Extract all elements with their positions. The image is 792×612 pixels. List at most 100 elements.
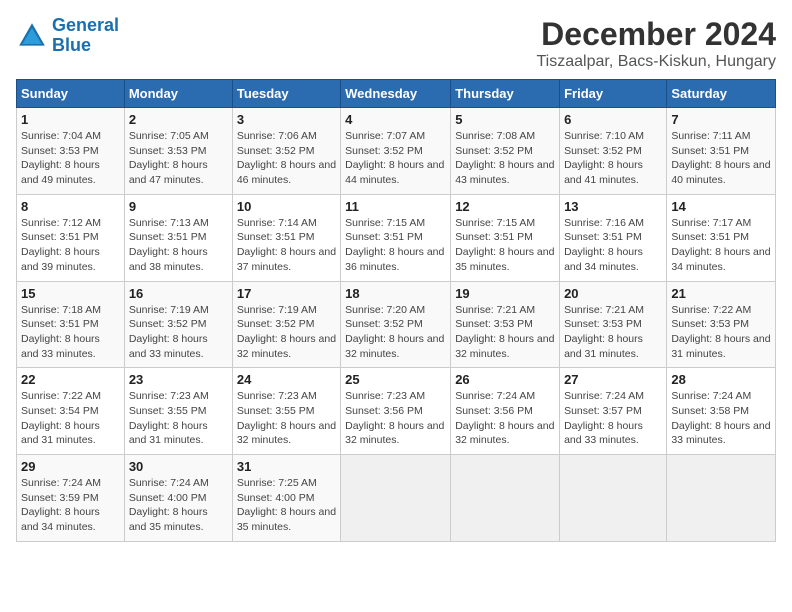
calendar-cell: 10 Sunrise: 7:14 AM Sunset: 3:51 PM Dayl… (232, 194, 340, 281)
weekday-header: Tuesday (232, 80, 340, 108)
day-number: 26 (455, 372, 555, 387)
calendar-cell: 29 Sunrise: 7:24 AM Sunset: 3:59 PM Dayl… (17, 455, 125, 542)
day-detail: Sunrise: 7:19 AM Sunset: 3:52 PM Dayligh… (237, 303, 336, 362)
day-detail: Sunrise: 7:12 AM Sunset: 3:51 PM Dayligh… (21, 216, 120, 275)
logo-icon (16, 20, 48, 52)
day-detail: Sunrise: 7:06 AM Sunset: 3:52 PM Dayligh… (237, 129, 336, 188)
day-detail: Sunrise: 7:18 AM Sunset: 3:51 PM Dayligh… (21, 303, 120, 362)
day-number: 5 (455, 112, 555, 127)
day-detail: Sunrise: 7:08 AM Sunset: 3:52 PM Dayligh… (455, 129, 555, 188)
calendar-cell: 3 Sunrise: 7:06 AM Sunset: 3:52 PM Dayli… (232, 108, 340, 195)
day-number: 29 (21, 459, 120, 474)
calendar-cell: 18 Sunrise: 7:20 AM Sunset: 3:52 PM Dayl… (341, 281, 451, 368)
day-number: 31 (237, 459, 336, 474)
calendar-cell: 8 Sunrise: 7:12 AM Sunset: 3:51 PM Dayli… (17, 194, 125, 281)
calendar-cell: 19 Sunrise: 7:21 AM Sunset: 3:53 PM Dayl… (451, 281, 560, 368)
day-number: 4 (345, 112, 446, 127)
calendar-cell: 12 Sunrise: 7:15 AM Sunset: 3:51 PM Dayl… (451, 194, 560, 281)
day-number: 17 (237, 286, 336, 301)
calendar-cell: 23 Sunrise: 7:23 AM Sunset: 3:55 PM Dayl… (124, 368, 232, 455)
calendar-cell: 14 Sunrise: 7:17 AM Sunset: 3:51 PM Dayl… (667, 194, 776, 281)
calendar-cell: 1 Sunrise: 7:04 AM Sunset: 3:53 PM Dayli… (17, 108, 125, 195)
title-area: December 2024 Tiszaalpar, Bacs-Kiskun, H… (536, 16, 776, 71)
day-number: 23 (129, 372, 228, 387)
calendar-cell: 25 Sunrise: 7:23 AM Sunset: 3:56 PM Dayl… (341, 368, 451, 455)
day-number: 24 (237, 372, 336, 387)
calendar-header-row: SundayMondayTuesdayWednesdayThursdayFrid… (17, 80, 776, 108)
day-number: 22 (21, 372, 120, 387)
calendar-cell: 31 Sunrise: 7:25 AM Sunset: 4:00 PM Dayl… (232, 455, 340, 542)
weekday-header: Wednesday (341, 80, 451, 108)
day-number: 7 (671, 112, 771, 127)
weekday-header: Monday (124, 80, 232, 108)
calendar-cell (341, 455, 451, 542)
day-detail: Sunrise: 7:19 AM Sunset: 3:52 PM Dayligh… (129, 303, 228, 362)
calendar-cell: 4 Sunrise: 7:07 AM Sunset: 3:52 PM Dayli… (341, 108, 451, 195)
calendar-cell: 17 Sunrise: 7:19 AM Sunset: 3:52 PM Dayl… (232, 281, 340, 368)
day-detail: Sunrise: 7:21 AM Sunset: 3:53 PM Dayligh… (455, 303, 555, 362)
day-detail: Sunrise: 7:25 AM Sunset: 4:00 PM Dayligh… (237, 476, 336, 535)
day-number: 28 (671, 372, 771, 387)
day-number: 15 (21, 286, 120, 301)
day-detail: Sunrise: 7:15 AM Sunset: 3:51 PM Dayligh… (455, 216, 555, 275)
weekday-header: Thursday (451, 80, 560, 108)
day-number: 18 (345, 286, 446, 301)
day-number: 1 (21, 112, 120, 127)
calendar-cell: 2 Sunrise: 7:05 AM Sunset: 3:53 PM Dayli… (124, 108, 232, 195)
calendar-cell: 22 Sunrise: 7:22 AM Sunset: 3:54 PM Dayl… (17, 368, 125, 455)
calendar-cell: 30 Sunrise: 7:24 AM Sunset: 4:00 PM Dayl… (124, 455, 232, 542)
location-title: Tiszaalpar, Bacs-Kiskun, Hungary (536, 53, 776, 71)
calendar-week-row: 15 Sunrise: 7:18 AM Sunset: 3:51 PM Dayl… (17, 281, 776, 368)
calendar-cell: 11 Sunrise: 7:15 AM Sunset: 3:51 PM Dayl… (341, 194, 451, 281)
calendar-week-row: 1 Sunrise: 7:04 AM Sunset: 3:53 PM Dayli… (17, 108, 776, 195)
day-number: 6 (564, 112, 662, 127)
day-number: 3 (237, 112, 336, 127)
day-detail: Sunrise: 7:17 AM Sunset: 3:51 PM Dayligh… (671, 216, 771, 275)
day-detail: Sunrise: 7:24 AM Sunset: 3:57 PM Dayligh… (564, 389, 662, 448)
calendar-cell: 15 Sunrise: 7:18 AM Sunset: 3:51 PM Dayl… (17, 281, 125, 368)
logo: General Blue (16, 16, 119, 56)
day-detail: Sunrise: 7:07 AM Sunset: 3:52 PM Dayligh… (345, 129, 446, 188)
day-detail: Sunrise: 7:23 AM Sunset: 3:55 PM Dayligh… (129, 389, 228, 448)
calendar-cell: 28 Sunrise: 7:24 AM Sunset: 3:58 PM Dayl… (667, 368, 776, 455)
calendar-cell (560, 455, 667, 542)
calendar-cell: 9 Sunrise: 7:13 AM Sunset: 3:51 PM Dayli… (124, 194, 232, 281)
calendar-week-row: 29 Sunrise: 7:24 AM Sunset: 3:59 PM Dayl… (17, 455, 776, 542)
calendar-cell: 27 Sunrise: 7:24 AM Sunset: 3:57 PM Dayl… (560, 368, 667, 455)
calendar-cell: 26 Sunrise: 7:24 AM Sunset: 3:56 PM Dayl… (451, 368, 560, 455)
page-header: General Blue December 2024 Tiszaalpar, B… (16, 16, 776, 71)
day-detail: Sunrise: 7:24 AM Sunset: 3:59 PM Dayligh… (21, 476, 120, 535)
calendar-cell: 21 Sunrise: 7:22 AM Sunset: 3:53 PM Dayl… (667, 281, 776, 368)
calendar-cell: 13 Sunrise: 7:16 AM Sunset: 3:51 PM Dayl… (560, 194, 667, 281)
day-detail: Sunrise: 7:15 AM Sunset: 3:51 PM Dayligh… (345, 216, 446, 275)
day-detail: Sunrise: 7:10 AM Sunset: 3:52 PM Dayligh… (564, 129, 662, 188)
day-detail: Sunrise: 7:05 AM Sunset: 3:53 PM Dayligh… (129, 129, 228, 188)
day-number: 25 (345, 372, 446, 387)
logo-text: General Blue (52, 16, 119, 56)
calendar-cell: 16 Sunrise: 7:19 AM Sunset: 3:52 PM Dayl… (124, 281, 232, 368)
day-number: 30 (129, 459, 228, 474)
day-number: 13 (564, 199, 662, 214)
day-detail: Sunrise: 7:24 AM Sunset: 3:58 PM Dayligh… (671, 389, 771, 448)
day-detail: Sunrise: 7:04 AM Sunset: 3:53 PM Dayligh… (21, 129, 120, 188)
calendar-week-row: 22 Sunrise: 7:22 AM Sunset: 3:54 PM Dayl… (17, 368, 776, 455)
day-detail: Sunrise: 7:23 AM Sunset: 3:56 PM Dayligh… (345, 389, 446, 448)
day-number: 8 (21, 199, 120, 214)
calendar-cell: 20 Sunrise: 7:21 AM Sunset: 3:53 PM Dayl… (560, 281, 667, 368)
calendar-cell: 5 Sunrise: 7:08 AM Sunset: 3:52 PM Dayli… (451, 108, 560, 195)
day-number: 27 (564, 372, 662, 387)
day-detail: Sunrise: 7:24 AM Sunset: 3:56 PM Dayligh… (455, 389, 555, 448)
calendar-cell: 7 Sunrise: 7:11 AM Sunset: 3:51 PM Dayli… (667, 108, 776, 195)
day-detail: Sunrise: 7:14 AM Sunset: 3:51 PM Dayligh… (237, 216, 336, 275)
calendar-cell (667, 455, 776, 542)
weekday-header: Friday (560, 80, 667, 108)
day-detail: Sunrise: 7:22 AM Sunset: 3:54 PM Dayligh… (21, 389, 120, 448)
day-detail: Sunrise: 7:20 AM Sunset: 3:52 PM Dayligh… (345, 303, 446, 362)
day-detail: Sunrise: 7:13 AM Sunset: 3:51 PM Dayligh… (129, 216, 228, 275)
day-number: 2 (129, 112, 228, 127)
day-number: 12 (455, 199, 555, 214)
day-detail: Sunrise: 7:11 AM Sunset: 3:51 PM Dayligh… (671, 129, 771, 188)
day-number: 10 (237, 199, 336, 214)
day-detail: Sunrise: 7:21 AM Sunset: 3:53 PM Dayligh… (564, 303, 662, 362)
day-detail: Sunrise: 7:23 AM Sunset: 3:55 PM Dayligh… (237, 389, 336, 448)
